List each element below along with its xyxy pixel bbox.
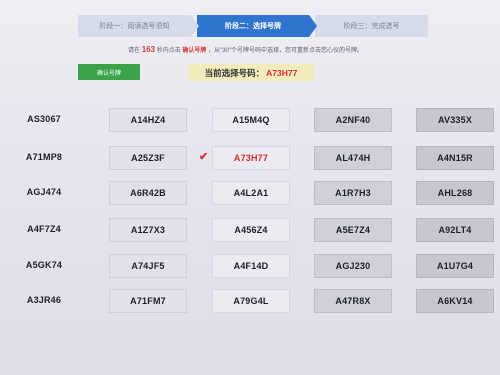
current-selection-value: A73H77 <box>266 67 298 78</box>
step-2-label: 阶段二：选择号牌 <box>225 23 281 30</box>
plate-number: A47R8X <box>335 296 371 306</box>
notice-suffix: ，从"30"个号牌号码中选择，您可重新点击您心仪的号牌。 <box>208 48 364 54</box>
step-1-arrow <box>190 15 199 37</box>
plate-number: A3JR46 <box>26 295 62 305</box>
plate-option[interactable]: A2NF40 <box>314 108 392 132</box>
plate-number: AGJ230 <box>335 261 371 271</box>
plate-number: A1R7H3 <box>335 188 371 198</box>
plate-option[interactable]: AHL268 <box>416 181 494 205</box>
plate-number: A6KV14 <box>437 296 473 306</box>
plate-option[interactable]: A1R7H3 <box>314 181 392 205</box>
plate-number: A73H77 <box>233 153 269 163</box>
plate-option[interactable]: A4L2A1 <box>212 181 290 205</box>
plate-option[interactable]: A25Z3F <box>109 146 187 170</box>
plate-number: A71MP8 <box>25 152 63 162</box>
step-3-label: 阶段三：完成选号 <box>343 23 400 30</box>
plate-option[interactable]: A79G4L <box>212 289 290 313</box>
plate-number: A5GK74 <box>25 260 63 270</box>
notice-prefix: 请在 <box>128 48 141 54</box>
plate-option[interactable]: A3JR46 <box>6 289 82 311</box>
plate-option[interactable]: A1Z7X3 <box>109 218 187 242</box>
plate-number: A79G4L <box>233 296 269 306</box>
current-selection-label: 当前选择号码： <box>204 67 265 78</box>
plate-number: A1Z7X3 <box>130 225 166 235</box>
plate-option[interactable]: A74JF5 <box>109 254 187 278</box>
countdown-notice: 请在 163 秒内点击 确认号牌 ，从"30"个号牌号码中选择，您可重新点击您心… <box>128 45 428 54</box>
plate-option[interactable]: A14HZ4 <box>109 108 187 132</box>
plate-number: A25Z3F <box>131 153 165 163</box>
plate-option[interactable]: A92LT4 <box>416 218 494 242</box>
plate-number: A2NF40 <box>335 115 371 125</box>
step-3: 阶段三：完成选号 <box>315 15 429 37</box>
notice-emphasis: 确认号牌 <box>182 48 207 54</box>
plate-option[interactable]: A15M4Q <box>212 108 290 132</box>
plate-number: A14HZ4 <box>130 115 166 125</box>
confirm-plate-button[interactable]: 确认号牌 <box>78 64 140 80</box>
plate-number: A4F14D <box>233 261 269 271</box>
plate-number: AV335X <box>437 115 473 125</box>
plate-option[interactable]: A73H77 ✔ <box>199 146 290 170</box>
plate-option[interactable]: A5GK74 <box>6 254 82 276</box>
plate-number: AGJ474 <box>26 187 62 197</box>
plate-option[interactable]: A47R8X <box>314 289 392 313</box>
countdown-seconds: 163 <box>141 45 156 54</box>
plate-selection-screen: 阶段一：阅读选号须知 阶段二：选择号牌 阶段三：完成选号 请在 163 秒内点击… <box>0 0 500 375</box>
step-2: 阶段二：选择号牌 <box>196 15 318 37</box>
plate-number: A456Z4 <box>234 225 268 235</box>
plate-number: A92LT4 <box>438 225 472 235</box>
plate-number: A4L2A1 <box>233 188 269 198</box>
plate-option[interactable]: A4N15R <box>416 146 494 170</box>
plate-option[interactable]: A6KV14 <box>416 289 494 313</box>
plate-number: A6R42B <box>130 188 166 198</box>
plate-option[interactable]: AS3067 <box>6 108 82 130</box>
plate-option[interactable]: A5E7Z4 <box>314 218 392 242</box>
step-indicator: 阶段一：阅读选号须知 阶段二：选择号牌 阶段三：完成选号 <box>78 15 429 37</box>
selected-check-icon: ✔ <box>199 151 209 163</box>
plate-number: A4F7Z4 <box>27 224 61 234</box>
step-1-label: 阶段一：阅读选号须知 <box>99 23 170 30</box>
plate-number: A74JF5 <box>131 261 165 271</box>
plate-number: AS3067 <box>27 114 61 124</box>
plate-option[interactable]: AGJ230 <box>314 254 392 278</box>
plate-option[interactable]: AL474H <box>314 146 392 170</box>
plate-option[interactable]: A6R42B <box>109 181 187 205</box>
plate-option[interactable]: A4F14D <box>212 254 290 278</box>
plate-number: A71FM7 <box>130 296 166 306</box>
plate-number: A1U7G4 <box>436 261 474 271</box>
plate-option[interactable]: AGJ474 <box>6 181 82 203</box>
current-selection: 当前选择号码： A73H77 <box>188 64 314 81</box>
plate-number: A15M4Q <box>232 115 270 125</box>
notice-middle: 秒内点击 <box>156 48 181 54</box>
plate-number: A4N15R <box>437 153 473 163</box>
plate-option[interactable]: A71FM7 <box>109 289 187 313</box>
plate-option[interactable]: A71MP8 <box>6 146 82 168</box>
step-1: 阶段一：阅读选号须知 <box>78 15 199 37</box>
plate-number: AL474H <box>335 153 371 163</box>
plate-option[interactable]: A456Z4 <box>212 218 290 242</box>
plate-number: AHL268 <box>437 188 473 198</box>
step-2-arrow <box>309 15 318 37</box>
plate-option[interactable]: A4F7Z4 <box>6 218 82 240</box>
plate-option[interactable]: AV335X <box>416 108 494 132</box>
plate-number: A5E7Z4 <box>335 225 371 235</box>
plate-option[interactable]: A1U7G4 <box>416 254 494 278</box>
